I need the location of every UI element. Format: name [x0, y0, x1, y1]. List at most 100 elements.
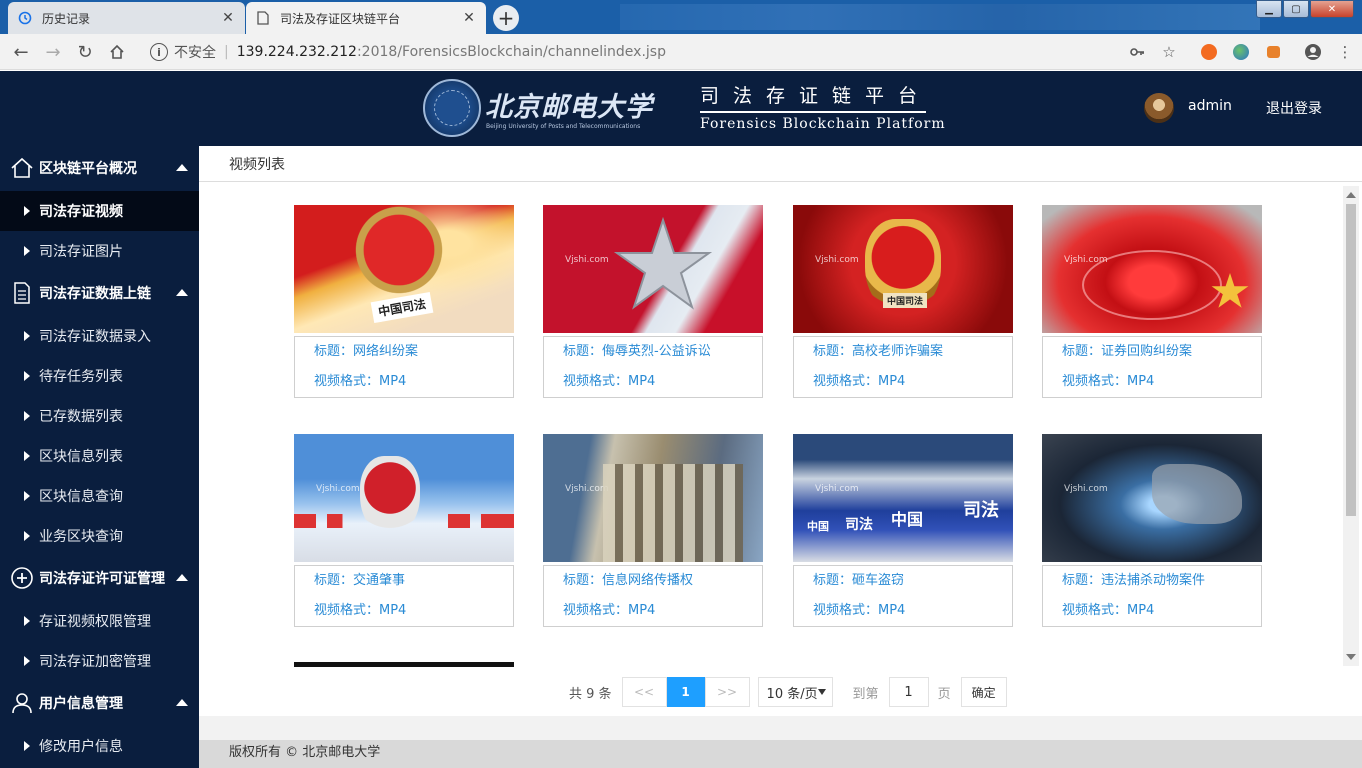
platform-title: 司法存证链平台 — [700, 81, 926, 113]
video-format: 视频格式：MP4 — [314, 603, 407, 618]
video-card[interactable]: Vjshi.com 中国 司法 中国 司法 标题：砸车盗窃 视频格式：MP4 — [793, 434, 1013, 627]
username[interactable]: admin — [1188, 98, 1232, 114]
video-title[interactable]: 标题：侮辱英烈-公益诉讼 — [544, 337, 762, 367]
thumbnail-caption: 司法 — [963, 500, 999, 521]
profile-icon[interactable] — [1302, 41, 1324, 63]
watermark: Vjshi.com — [316, 484, 360, 494]
sidebar-group-overview[interactable]: 区块链平台概况 — [0, 148, 199, 188]
video-format: 视频格式：MP4 — [563, 374, 656, 389]
video-card[interactable]: Vjshi.com 标题：侮辱英烈-公益诉讼 视频格式：MP4 — [543, 205, 763, 398]
extension-icon-orange[interactable] — [1198, 41, 1220, 63]
video-title[interactable]: 标题：交通肇事 — [295, 566, 513, 596]
video-thumbnail[interactable]: Vjshi.com — [1042, 434, 1262, 562]
video-thumbnail-partial[interactable] — [294, 662, 514, 667]
video-title[interactable]: 标题：违法捕杀动物案件 — [1043, 566, 1261, 596]
video-card[interactable]: 中国司法 标题：网络纠纷案 视频格式：MP4 — [294, 205, 514, 398]
triangle-right-icon — [24, 491, 30, 501]
sidebar-item-label: 司法存证图片 — [39, 244, 123, 260]
sidebar-group-license[interactable]: 司法存证许可证管理 — [0, 558, 199, 598]
video-title[interactable]: 标题：砸车盗窃 — [794, 566, 1012, 596]
page-size-select[interactable]: 10 条/页 — [757, 677, 833, 707]
triangle-right-icon — [24, 331, 30, 341]
sidebar-item-encryption[interactable]: 司法存证加密管理 — [0, 641, 199, 681]
sidebar-item-stored-data[interactable]: 已存数据列表 — [0, 396, 199, 436]
video-card[interactable]: Vjshi.com 标题：交通肇事 视频格式：MP4 — [294, 434, 514, 627]
arrow-right-icon: → — [45, 41, 61, 63]
sidebar-item-pending-tasks[interactable]: 待存任务列表 — [0, 356, 199, 396]
video-card[interactable]: Vjshi.com 中国司法 标题：高校老师诈骗案 视频格式：MP4 — [793, 205, 1013, 398]
sidebar-item-forensic-image[interactable]: 司法存证图片 — [0, 231, 199, 271]
scroll-down-arrow-icon[interactable] — [1346, 654, 1356, 660]
video-thumbnail[interactable]: Vjshi.com — [543, 205, 763, 333]
avatar[interactable] — [1144, 93, 1174, 123]
sidebar-item-block-query[interactable]: 区块信息查询 — [0, 476, 199, 516]
history-icon — [18, 11, 32, 25]
video-thumbnail[interactable]: Vjshi.com — [543, 434, 763, 562]
sidebar-item-edit-user[interactable]: 修改用户信息 — [0, 726, 199, 766]
url-path: :2018/ForensicsBlockchain/channelindex.j… — [356, 44, 666, 60]
video-card[interactable]: Vjshi.com 标题：违法捕杀动物案件 视频格式：MP4 — [1042, 434, 1262, 627]
content-scrollbar[interactable] — [1343, 186, 1359, 666]
prev-page-button[interactable]: << — [621, 677, 667, 707]
sidebar-item-video-permission[interactable]: 存证视频权限管理 — [0, 601, 199, 641]
back-button[interactable]: ← — [10, 41, 32, 63]
page-1-button[interactable]: 1 — [666, 677, 705, 707]
footer: 版权所有 © 北京邮电大学 — [199, 740, 1362, 768]
info-icon[interactable]: i — [150, 43, 168, 61]
video-title[interactable]: 标题：信息网络传播权 — [544, 566, 762, 596]
video-title[interactable]: 标题：高校老师诈骗案 — [794, 337, 1012, 367]
minimize-button[interactable]: ▁ — [1256, 0, 1282, 18]
logout-link[interactable]: 退出登录 — [1266, 98, 1322, 118]
forward-button[interactable]: → — [42, 41, 64, 63]
video-thumbnail[interactable]: Vjshi.com 中国 司法 中国 司法 — [793, 434, 1013, 562]
home-button[interactable] — [106, 41, 128, 63]
extension-icon-fox[interactable] — [1262, 41, 1284, 63]
scroll-up-arrow-icon[interactable] — [1346, 192, 1356, 198]
video-card[interactable]: Vjshi.com 标题：证券回购纠纷案 视频格式：MP4 — [1042, 205, 1262, 398]
star-icon[interactable]: ☆ — [1158, 41, 1180, 63]
triangle-right-icon — [24, 451, 30, 461]
tab-history[interactable]: 历史记录 ✕ — [8, 2, 245, 34]
footer-spacer — [199, 716, 1362, 740]
video-thumbnail[interactable]: Vjshi.com 中国司法 — [793, 205, 1013, 333]
address-bar[interactable]: i 不安全 | 139.224.232.212 :2018/ForensicsB… — [140, 38, 1180, 66]
maximize-button[interactable]: ▢ — [1283, 0, 1309, 18]
reload-icon: ↻ — [77, 41, 93, 63]
university-name-en: Beijing University of Posts and Telecomm… — [486, 123, 641, 130]
extension-icon-globe[interactable] — [1230, 41, 1252, 63]
goto-page-input[interactable]: 1 — [888, 677, 929, 707]
tab-platform[interactable]: 司法及存证区块链平台 ✕ — [246, 2, 486, 34]
sidebar-item-data-entry[interactable]: 司法存证数据录入 — [0, 316, 199, 356]
caret-up-icon — [176, 574, 188, 581]
triangle-right-icon — [24, 371, 30, 381]
video-title[interactable]: 标题：网络纠纷案 — [295, 337, 513, 367]
video-card[interactable]: Vjshi.com 标题：信息网络传播权 视频格式：MP4 — [543, 434, 763, 627]
tab-title: 历史记录 — [42, 11, 91, 26]
video-thumbnail[interactable]: Vjshi.com — [294, 434, 514, 562]
close-icon[interactable]: ✕ — [462, 10, 476, 26]
next-page-button[interactable]: >> — [704, 677, 750, 707]
close-icon[interactable]: ✕ — [221, 10, 235, 26]
video-title[interactable]: 标题：证券回购纠纷案 — [1043, 337, 1261, 367]
key-icon[interactable] — [1126, 41, 1148, 63]
video-thumbnail[interactable]: 中国司法 — [294, 205, 514, 333]
triangle-right-icon — [24, 656, 30, 666]
sidebar-item-forensic-video[interactable]: 司法存证视频 — [0, 191, 199, 231]
reload-button[interactable]: ↻ — [74, 41, 96, 63]
watermark: Vjshi.com — [815, 484, 859, 494]
sidebar-group-data-upload[interactable]: 司法存证数据上链 — [0, 273, 199, 313]
sidebar-item-block-list[interactable]: 区块信息列表 — [0, 436, 199, 476]
watermark: Vjshi.com — [815, 255, 859, 265]
video-thumbnail[interactable]: Vjshi.com — [1042, 205, 1262, 333]
menu-icon[interactable]: ⋮ — [1334, 41, 1356, 63]
arrow-left-icon: ← — [13, 41, 29, 63]
caret-up-icon — [176, 699, 188, 706]
window-close-button[interactable]: ✕ — [1310, 0, 1354, 18]
sidebar-item-label: 已存数据列表 — [39, 409, 123, 425]
sidebar-item-business-block-query[interactable]: 业务区块查询 — [0, 516, 199, 556]
goto-confirm-button[interactable]: 确定 — [960, 677, 1007, 707]
house-icon — [110, 44, 124, 59]
new-tab-button[interactable]: + — [493, 5, 519, 31]
sidebar-group-user[interactable]: 用户信息管理 — [0, 683, 199, 723]
scroll-thumb[interactable] — [1346, 204, 1356, 516]
